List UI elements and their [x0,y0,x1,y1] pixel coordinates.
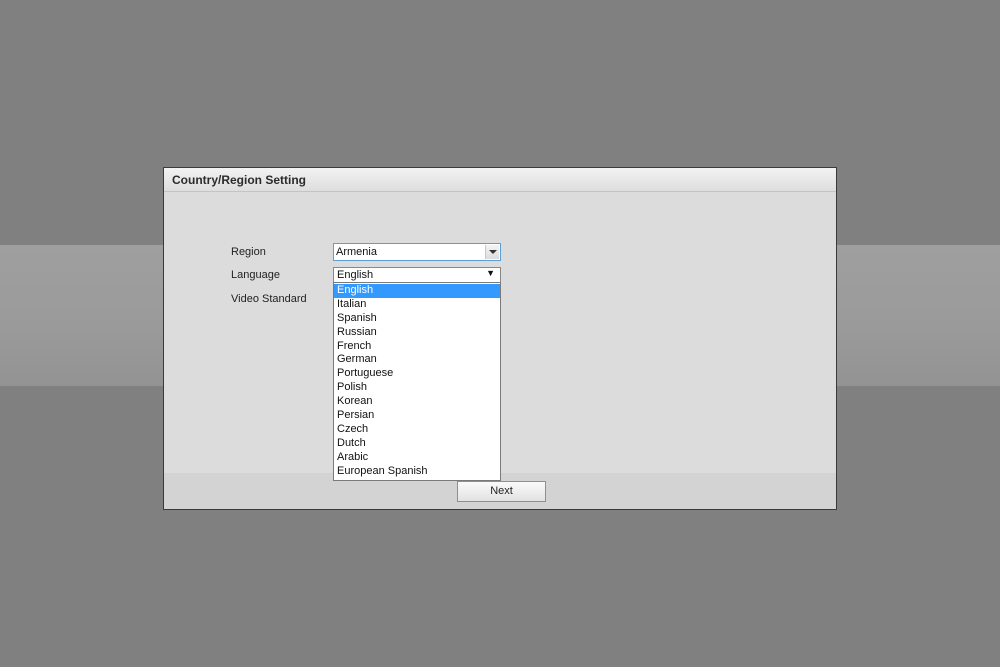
region-label: Region [231,246,266,258]
language-option[interactable]: Arabic [334,451,500,465]
language-option[interactable]: Russian [334,326,500,340]
country-region-dialog: Country/Region Setting Region Armenia La… [163,167,837,510]
dialog-title: Country/Region Setting [172,173,306,187]
language-option[interactable]: English [334,284,500,298]
language-option[interactable]: Polish [334,381,500,395]
dialog-header: Country/Region Setting [164,168,836,192]
region-select-value: Armenia [336,246,377,258]
language-option[interactable]: Spanish [334,312,500,326]
language-option[interactable]: European Spanish [334,465,500,479]
next-button[interactable]: Next [457,481,546,502]
language-option[interactable]: Dutch [334,437,500,451]
language-option[interactable]: Korean [334,395,500,409]
language-option[interactable]: Portuguese [334,367,500,381]
language-option[interactable]: German [334,353,500,367]
language-dropdown-list: English Italian Spanish Russian French German… [333,282,501,481]
video-standard-label: Video Standard [231,293,307,305]
language-option[interactable]: Czech [334,423,500,437]
language-label: Language [231,269,280,281]
language-option[interactable]: French [334,340,500,354]
language-option[interactable]: Persian [334,409,500,423]
language-select[interactable]: English ▼ [333,267,501,283]
caret-down-icon: ▼ [486,268,495,278]
region-select[interactable]: Armenia [333,243,501,261]
chevron-down-icon[interactable] [485,245,499,259]
language-option[interactable]: Italian [334,298,500,312]
language-select-value: English [337,269,374,281]
